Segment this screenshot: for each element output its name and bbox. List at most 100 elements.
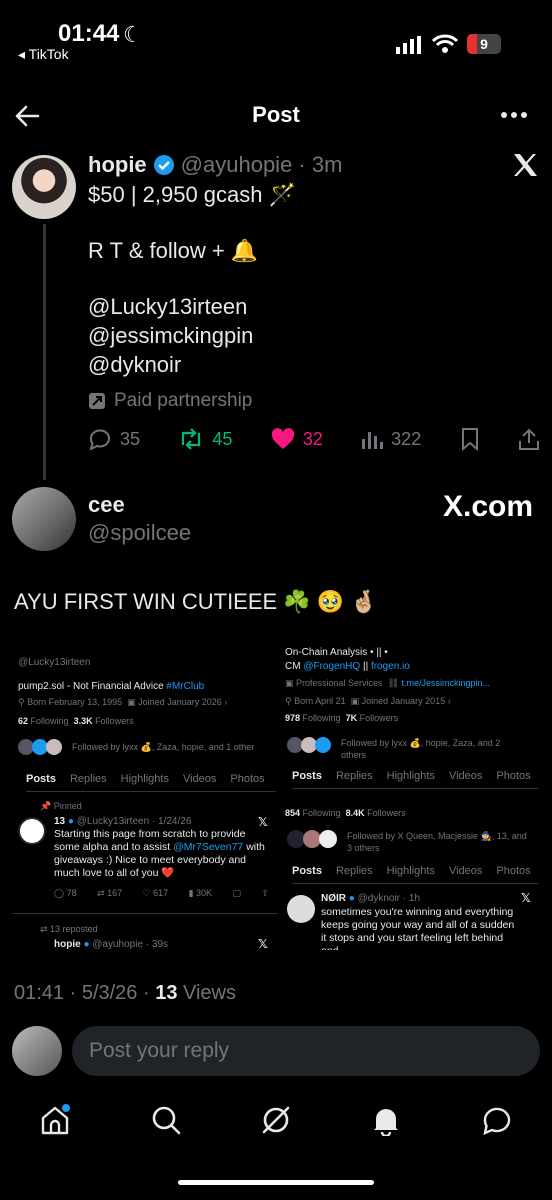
follow-stats: 62 Following 3.3K Followers [18, 716, 134, 726]
reply-input[interactable]: Post your reply [72, 1026, 540, 1076]
author-name[interactable]: hopie [88, 152, 147, 178]
embedded-screenshot-left: @Lucky13irteen pump2.sol - Not Financial… [12, 645, 278, 950]
profile-tabs: Posts Replies Highlights Videos Photos [292, 770, 538, 789]
tweet-avatar [18, 817, 46, 845]
mention-link-3[interactable]: @dyknoir [88, 351, 181, 379]
back-to-app-link[interactable]: ◂ TikTok [18, 46, 69, 63]
tab-highlights: Highlights [386, 865, 435, 877]
tab-posts: Posts [292, 770, 322, 782]
my-avatar[interactable] [12, 1026, 62, 1076]
tweet-avatar [287, 895, 315, 923]
more-options-icon[interactable] [500, 110, 528, 120]
tab-posts: Posts [26, 773, 56, 785]
bio-line-2: CM @FrogenHQ || frogen.io [285, 661, 410, 672]
profile-handle: @Lucky13irteen [18, 657, 91, 668]
x-logo-icon: 𝕏 [521, 891, 531, 905]
signal-icon [396, 36, 421, 54]
profile-meta: ⚲ Born February 13, 1995 ▣ Joined Januar… [18, 697, 228, 707]
tab-posts: Posts [292, 865, 322, 877]
pinned-tweet: 13 ● @Lucky13irteen · 1/24/26 Starting t… [54, 816, 265, 879]
tab-replies: Replies [69, 773, 107, 785]
paid-partnership-icon [89, 393, 105, 409]
mini-avatar [319, 830, 337, 848]
x-com-watermark: X.com [443, 490, 534, 523]
home-icon[interactable] [39, 1104, 71, 1136]
profile-tabs: Posts Replies Highlights Videos Photos [26, 773, 276, 792]
tab-videos: Videos [448, 865, 483, 877]
next-tweet-header: hopie ● @ayuhopie · 39s [54, 939, 169, 950]
reply-text: AYU FIRST WIN CUTIEEE ☘️ 🥹 🤞🏼 [14, 589, 378, 614]
profile-meta: ⚲ Born April 21 ▣ Joined January 2015 › [285, 696, 451, 706]
view-count: 322 [391, 428, 422, 449]
tab-photos: Photos [496, 865, 531, 877]
tab-videos: Videos [182, 773, 217, 785]
followed-by-row-2: Followed by X Queen, Macjessie 🧙, 13, an… [287, 830, 537, 854]
thread-line [43, 224, 46, 480]
profile-services: ▣ Professional Services ⛓ t.me/Jessimcki… [285, 678, 491, 688]
tab-photos: Photos [230, 773, 265, 785]
x-logo-icon [514, 154, 537, 176]
avatar-cee[interactable] [12, 487, 76, 551]
embedded-screenshot-right: On-Chain Analysis • || • CM @FrogenHQ ||… [283, 645, 540, 950]
bookmark-icon[interactable] [460, 427, 480, 451]
post-text-line-1: $50 | 2,950 gcash 🪄 [88, 182, 297, 207]
tab-highlights: Highlights [386, 770, 435, 782]
post-author-row: hopie @ayuhopie · 3m [88, 152, 342, 178]
mini-avatar [315, 737, 331, 753]
author-handle[interactable]: @ayuhopie · 3m [181, 152, 343, 178]
heart-filled-icon [271, 428, 294, 449]
reply-author-handle[interactable]: @spoilcee [88, 520, 191, 546]
reposted-label: ⇄ 13 reposted [40, 924, 98, 934]
mini-avatar [46, 739, 62, 755]
status-time: 01:44 [58, 20, 120, 47]
post-actions-bar: 35 45 32 322 [88, 424, 540, 454]
moon-icon: ☾ [123, 22, 143, 47]
search-icon[interactable] [150, 1104, 182, 1136]
share-icon[interactable] [518, 427, 540, 451]
bottom-nav [0, 1090, 552, 1150]
grok-icon[interactable] [260, 1104, 292, 1136]
like-button[interactable]: 32 [271, 428, 323, 450]
tab-highlights: Highlights [120, 773, 169, 785]
battery-indicator: 9 [467, 34, 501, 54]
like-count: 32 [302, 428, 323, 449]
follow-stats: 978 Following 7K Followers [285, 713, 399, 723]
mention-link-2[interactable]: @jessimckingpin [88, 322, 253, 350]
follow-stats-2: 854 Following 8.4K Followers [285, 808, 406, 818]
repost-icon [182, 428, 201, 450]
wifi-icon [432, 34, 458, 53]
post-timestamp: 01:41 · 5/3/26 · 13 Views [14, 982, 236, 1004]
profile-tabs-2: Posts Replies Highlights Videos Photos [292, 865, 538, 884]
bio-line-1: On-Chain Analysis • || • [285, 647, 388, 658]
avatar-hopie[interactable] [12, 155, 76, 219]
repost-button[interactable]: 45 [178, 428, 232, 450]
followed-by-row: Followed by lyxx 💰, Zaza, hopie, and 1 o… [18, 739, 254, 755]
tab-replies: Replies [335, 865, 373, 877]
pinned-label: 📌 Pinned [40, 801, 82, 811]
post-text-line-2: R T & follow + 🔔 [88, 238, 259, 263]
views-chart-icon [362, 432, 384, 449]
reply-button[interactable]: 35 [88, 428, 140, 450]
messages-icon[interactable] [481, 1104, 513, 1136]
profile-bio: pump2.sol - Not Financial Advice #MrClub [18, 681, 205, 692]
mention-link-1[interactable]: @Lucky13irteen [88, 293, 247, 321]
page-title: Post [252, 102, 300, 127]
reply-count: 35 [120, 428, 141, 449]
home-indicator [178, 1180, 374, 1185]
tab-photos: Photos [496, 770, 531, 782]
tab-videos: Videos [448, 770, 483, 782]
repost-count: 45 [212, 428, 233, 449]
views-button[interactable]: 322 [361, 429, 421, 450]
reply-icon [89, 429, 110, 450]
notifications-bell-icon[interactable] [370, 1104, 402, 1136]
followed-by-row: Followed by lyxx 💰, hopie, Zaza, and 2 o… [287, 737, 537, 761]
divider [12, 913, 278, 914]
tweet-stats: ◯ 78 ⇄ 167 ♡ 617 ▮ 30K ▢ ⇧ [54, 888, 269, 898]
tab-replies: Replies [335, 770, 373, 782]
paid-partnership-label: Paid partnership [88, 390, 252, 412]
x-logo-icon: 𝕏 [258, 815, 268, 829]
verified-badge-icon [153, 155, 174, 175]
x-logo-icon: 𝕏 [258, 937, 268, 950]
reply-author-name[interactable]: cee [88, 492, 125, 518]
noir-tweet: NØIR ● @dyknoir · 1h sometimes you're wi… [321, 893, 515, 950]
